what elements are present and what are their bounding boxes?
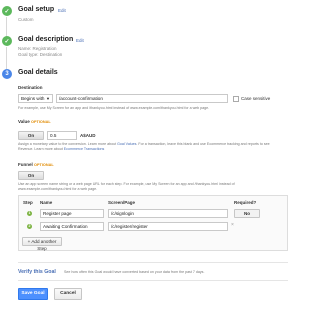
- funnel-step-screen-input[interactable]: /c/signlogin: [108, 209, 228, 218]
- value-help-pre: Assign a monetary value to the conversio…: [18, 142, 118, 146]
- goal-type-summary: Goal type: Destination: [18, 52, 63, 57]
- edit-goal-setup-link[interactable]: Edit: [58, 8, 66, 13]
- value-label: Value OPTIONAL: [18, 119, 51, 124]
- step-number-icon: 3: [2, 69, 12, 79]
- step-complete-icon: ✓: [2, 6, 12, 16]
- case-sensitive-checkbox[interactable]: [233, 95, 239, 102]
- funnel-step-number: 2: [27, 224, 32, 229]
- edit-goal-description-link[interactable]: Edit: [76, 38, 84, 43]
- funnel-label: Funnel OPTIONAL: [18, 162, 54, 167]
- value-optional-tag: OPTIONAL: [31, 120, 51, 124]
- value-amount-input[interactable]: 0.5: [47, 131, 77, 140]
- destination-input[interactable]: /account-confirmation: [56, 94, 228, 103]
- funnel-step-number: 1: [27, 211, 32, 216]
- destination-label: Destination: [18, 85, 43, 90]
- funnel-header-step: Step: [23, 200, 33, 205]
- delete-step-icon[interactable]: ×: [231, 222, 234, 228]
- step-connector: [6, 17, 7, 37]
- step-title-goal-description: Goal description: [18, 36, 74, 43]
- ecommerce-transactions-link[interactable]: Ecommerce Transactions: [64, 147, 105, 151]
- funnel-header-required: Required?: [234, 200, 257, 205]
- case-sensitive-label: Case sensitive: [241, 96, 271, 101]
- goal-values-link[interactable]: Goal Values: [117, 142, 136, 146]
- funnel-step-screen-input[interactable]: /c/register/register: [108, 222, 228, 231]
- goal-name-summary: Name: Registration: [18, 46, 57, 51]
- step-title-goal-details: Goal details: [18, 69, 58, 76]
- funnel-toggle-on[interactable]: On: [18, 171, 44, 180]
- destination-help-text: For example, use My Screen for an app an…: [18, 106, 210, 110]
- funnel-help-text: Use an app screen name string or a web p…: [18, 182, 235, 191]
- step-complete-icon: ✓: [2, 36, 12, 46]
- funnel-header-screen: Screen/Page: [108, 200, 136, 205]
- match-type-value: Begins with: [21, 96, 45, 101]
- currency-label: A$AUD: [80, 133, 96, 138]
- match-type-select[interactable]: Begins with ▼: [18, 94, 53, 103]
- step-connector: [6, 47, 7, 69]
- add-another-step-button[interactable]: + Add another Step: [22, 237, 62, 251]
- funnel-label-text: Funnel: [18, 162, 33, 167]
- verify-goal-link[interactable]: Verify this Goal: [18, 269, 56, 275]
- step-title-goal-setup: Goal setup: [18, 6, 55, 13]
- verify-help-text: See how often this Goal would have conve…: [64, 270, 205, 274]
- divider: [18, 262, 288, 263]
- funnel-required-toggle[interactable]: No: [234, 209, 260, 218]
- cancel-button[interactable]: Cancel: [54, 288, 82, 300]
- chevron-down-icon: ▼: [46, 96, 50, 101]
- value-help-text: Assign a monetary value to the conversio…: [18, 142, 286, 152]
- divider: [18, 280, 288, 281]
- funnel-step-name-input[interactable]: Register page: [40, 209, 104, 218]
- goal-setup-summary: Custom: [18, 17, 34, 22]
- value-label-text: Value: [18, 119, 30, 124]
- value-toggle-on[interactable]: On: [18, 131, 44, 140]
- save-goal-button[interactable]: Save Goal: [18, 288, 48, 300]
- funnel-optional-tag: OPTIONAL: [34, 163, 54, 167]
- funnel-header-name: Name: [40, 200, 53, 205]
- funnel-step-name-input[interactable]: Awaiting Confirmation: [40, 222, 104, 231]
